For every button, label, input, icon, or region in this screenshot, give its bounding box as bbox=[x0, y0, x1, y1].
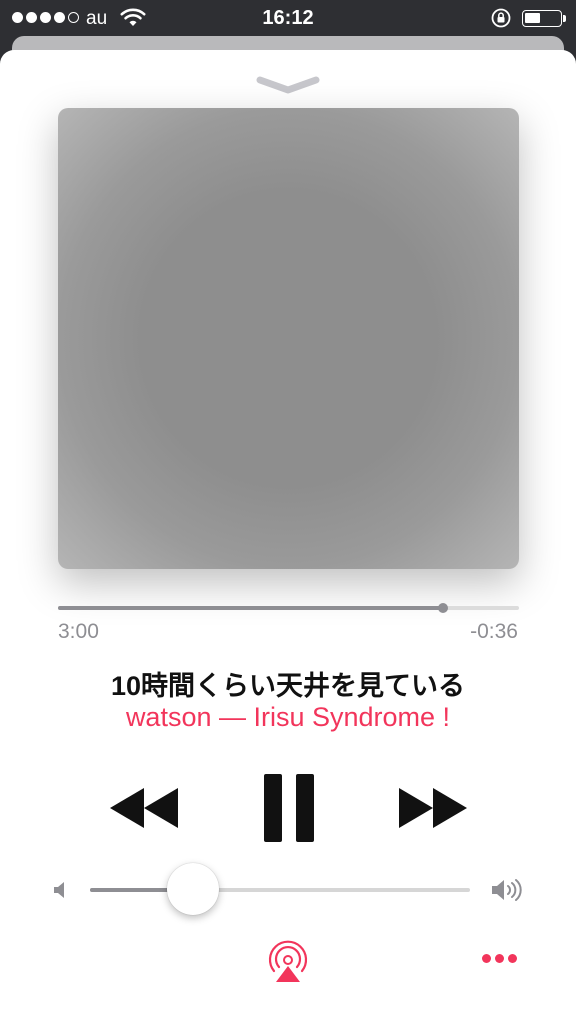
remaining-time: -0:36 bbox=[470, 620, 518, 643]
pause-button[interactable] bbox=[262, 774, 316, 842]
rewind-button[interactable] bbox=[108, 786, 180, 830]
rotation-lock-icon bbox=[490, 7, 512, 35]
playback-progress-fill bbox=[58, 606, 443, 610]
artist-album[interactable]: watson — Irisu Syndrome ! bbox=[0, 702, 576, 733]
album-artwork bbox=[58, 108, 519, 569]
rewind-icon bbox=[110, 788, 178, 828]
playback-scrubber[interactable] bbox=[58, 603, 519, 613]
airplay-button[interactable] bbox=[266, 940, 310, 984]
volume-high-icon bbox=[490, 877, 526, 908]
song-title: 10時間くらい天井を見ている bbox=[110, 671, 466, 701]
elapsed-time: 3:00 bbox=[58, 620, 99, 643]
volume-knob[interactable] bbox=[166, 863, 219, 915]
fast-forward-icon bbox=[399, 788, 467, 828]
fast-forward-button[interactable] bbox=[397, 786, 469, 830]
volume-low-icon bbox=[52, 880, 70, 905]
more-button[interactable] bbox=[482, 954, 522, 970]
more-icon-dot bbox=[495, 954, 504, 963]
battery-tip bbox=[563, 15, 566, 22]
battery-icon bbox=[522, 10, 562, 27]
more-icon bbox=[482, 954, 491, 963]
more-icon-dot bbox=[508, 954, 517, 963]
pause-icon bbox=[264, 774, 314, 842]
status-bar: au 16:12 bbox=[0, 0, 576, 36]
airplay-icon bbox=[268, 940, 308, 982]
dismiss-chevron-icon[interactable] bbox=[256, 74, 320, 96]
volume-slider[interactable] bbox=[90, 863, 470, 915]
playback-scrubber-knob[interactable] bbox=[437, 603, 448, 613]
